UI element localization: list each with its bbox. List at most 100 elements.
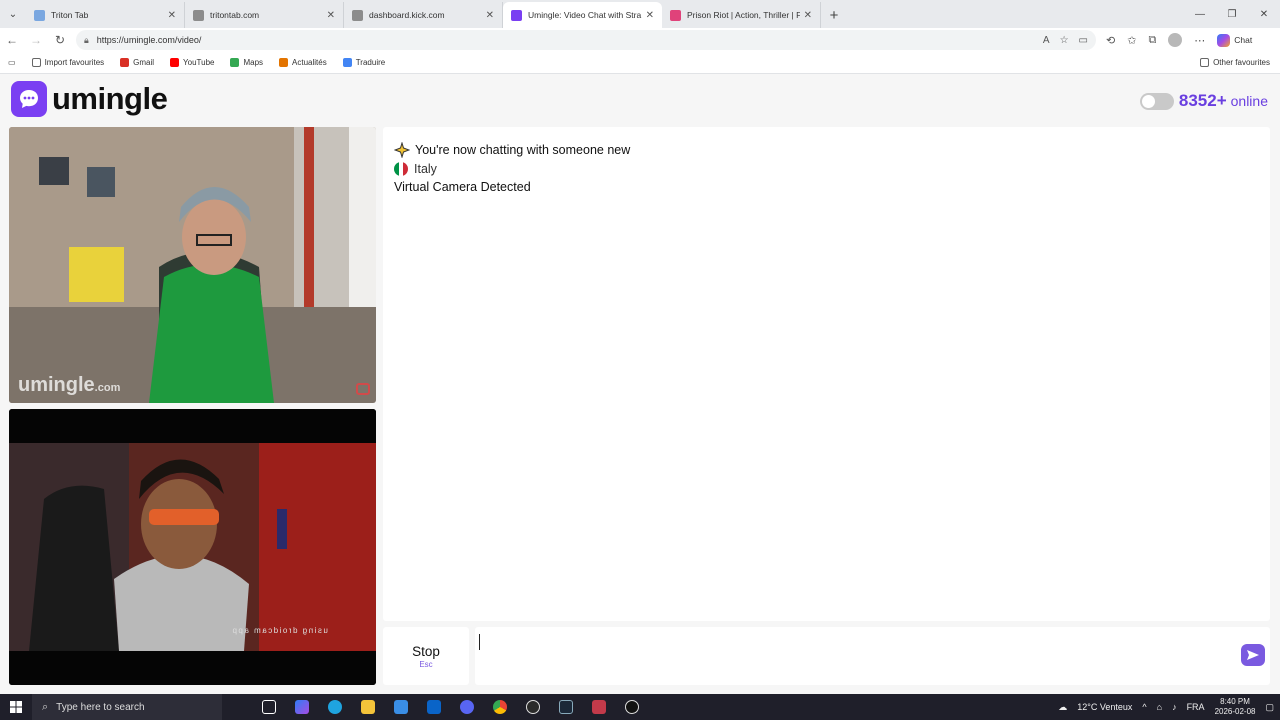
message-input[interactable] xyxy=(475,627,1270,685)
bookmark-label: Gmail xyxy=(133,58,155,67)
copilot-icon xyxy=(1217,33,1231,47)
watermark-text: umingle xyxy=(18,374,95,396)
chat-bubble-icon xyxy=(11,81,47,117)
lock-icon[interactable]: 🔒︎ xyxy=(84,35,89,46)
tab-favicon xyxy=(511,9,522,21)
tab-title: tritontab.com xyxy=(210,10,260,20)
online-indicator: 8352+ online xyxy=(1139,91,1268,111)
bookmark-label: Traduire xyxy=(355,58,386,67)
tab-close-icon[interactable]: ✕ xyxy=(804,10,812,21)
tab-favicon xyxy=(352,9,363,21)
close-window-icon[interactable]: ✕ xyxy=(1248,0,1280,28)
other-favourites[interactable]: Other favourites xyxy=(1200,58,1270,67)
import-icon xyxy=(31,58,41,67)
new-tab-icon[interactable]: + xyxy=(821,2,847,28)
taskbar-apps xyxy=(258,696,643,718)
notifications-icon[interactable]: ▢ xyxy=(1265,702,1274,713)
windows-start-icon[interactable] xyxy=(0,694,32,720)
tab-close-icon[interactable]: ✕ xyxy=(168,10,176,21)
clock-date: 2026-02-08 xyxy=(1214,707,1256,716)
bookmark-label: Import favourites xyxy=(44,58,105,67)
bookmark-maps[interactable]: Maps xyxy=(230,58,263,67)
tab-favicon xyxy=(193,9,204,21)
report-icon[interactable] xyxy=(356,383,370,395)
forward-icon[interactable]: → xyxy=(24,28,48,52)
store-icon[interactable] xyxy=(390,696,412,718)
minimize-icon[interactable]: — xyxy=(1184,0,1216,28)
collections-icon[interactable]: ⧉ xyxy=(1148,34,1156,47)
refresh-icon[interactable]: ↻ xyxy=(48,28,72,52)
toolbar-right: ⟲ ✩ ⧉ ⋯ Chat xyxy=(1106,33,1252,47)
taskbar-search-placeholder: Type here to search xyxy=(56,701,145,713)
file-explorer-icon[interactable] xyxy=(357,696,379,718)
address-bar[interactable]: 🔒︎ https://umingle.com/video/ A ☆ ▭ xyxy=(76,30,1096,50)
media-app-icon[interactable] xyxy=(588,696,610,718)
bookmark-toggle-icon[interactable]: ▭ xyxy=(8,58,16,67)
browser-tab-active[interactable]: Umingle: Video Chat with Stra ✕ xyxy=(503,2,662,28)
steam-icon[interactable] xyxy=(555,696,577,718)
send-button[interactable] xyxy=(1241,644,1265,666)
window-controls: — ❐ ✕ xyxy=(1184,0,1280,28)
bookmark-label: Maps xyxy=(243,58,264,67)
country-name: Italy xyxy=(414,161,437,176)
stranger-video-frame xyxy=(9,127,376,403)
chat-log: You're now chatting with someone new Ita… xyxy=(383,127,1270,621)
maximize-icon[interactable]: ❐ xyxy=(1216,0,1248,28)
sparkle-icon xyxy=(393,141,411,159)
copilot-app-icon[interactable] xyxy=(291,696,313,718)
taskbar-search[interactable]: ⌕ Type here to search xyxy=(32,694,222,720)
language-indicator[interactable]: FRA xyxy=(1187,702,1205,712)
discord-icon[interactable] xyxy=(456,696,478,718)
weather-icon[interactable]: ☁ xyxy=(1058,702,1067,713)
favourite-star-icon[interactable]: ☆ xyxy=(1060,35,1069,46)
browser-tab[interactable]: Prison Riot | Action, Thriller | Film C … xyxy=(662,2,821,28)
obs-icon[interactable] xyxy=(522,696,544,718)
more-menu-icon[interactable]: ⋯ xyxy=(1194,34,1205,47)
chat-message-text: Virtual Camera Detected xyxy=(394,180,531,195)
clock[interactable]: 8:40 PM 2026-02-08 xyxy=(1215,697,1256,717)
tab-favicon xyxy=(34,9,45,21)
misc-app-icon[interactable] xyxy=(621,696,643,718)
edge-app-icon[interactable] xyxy=(324,696,346,718)
back-icon[interactable]: ← xyxy=(0,28,24,52)
favourites-icon[interactable]: ✩ xyxy=(1127,34,1136,47)
network-icon[interactable]: ⌂ xyxy=(1157,702,1162,712)
tab-close-icon[interactable]: ✕ xyxy=(486,10,494,21)
tab-close-icon[interactable]: ✕ xyxy=(327,10,335,21)
bookmark-import-favourites[interactable]: Import favourites xyxy=(31,58,105,67)
stop-button[interactable]: Stop Esc xyxy=(383,627,469,685)
video-icon[interactable]: ▭ xyxy=(1079,35,1088,46)
chrome-icon[interactable] xyxy=(489,696,511,718)
bookmark-news[interactable]: Actualités xyxy=(279,58,327,67)
tab-favicon xyxy=(670,9,681,21)
extensions-icon[interactable]: ⟲ xyxy=(1106,34,1115,47)
news-icon xyxy=(279,58,289,67)
logo-text: umingle xyxy=(52,81,168,116)
task-view-icon[interactable] xyxy=(258,696,280,718)
weather-text[interactable]: 12°C Venteux xyxy=(1077,702,1132,712)
droidcam-overlay: using droidcam app xyxy=(231,626,328,635)
tray-expand-icon[interactable]: ^ xyxy=(1142,702,1146,712)
folder-icon xyxy=(1200,58,1210,67)
text-caret xyxy=(479,634,480,650)
tab-title: dashboard.kick.com xyxy=(369,10,445,20)
copilot-button[interactable]: Chat xyxy=(1217,33,1252,47)
profile-avatar[interactable] xyxy=(1168,33,1183,47)
stop-label: Stop xyxy=(412,643,440,659)
browser-tab[interactable]: dashboard.kick.com ✕ xyxy=(344,2,503,28)
outlook-icon[interactable] xyxy=(423,696,445,718)
site-logo[interactable]: umingle xyxy=(11,81,168,117)
online-toggle[interactable] xyxy=(1139,92,1174,110)
browser-tab[interactable]: tritontab.com ✕ xyxy=(185,2,344,28)
tab-actions-menu-icon[interactable]: ⌄ xyxy=(0,0,26,28)
italy-flag-icon xyxy=(394,161,408,176)
browser-tab[interactable]: Triton Tab ✕ xyxy=(26,2,185,28)
bookmark-translate[interactable]: Traduire xyxy=(342,58,386,67)
bookmark-youtube[interactable]: YouTube xyxy=(170,58,214,67)
online-count: 8352+ xyxy=(1178,91,1227,110)
volume-icon[interactable]: ♪ xyxy=(1172,702,1177,712)
tab-close-icon[interactable]: ✕ xyxy=(646,10,654,21)
read-aloud-icon[interactable]: A xyxy=(1043,35,1050,46)
bookmark-gmail[interactable]: Gmail xyxy=(120,58,154,67)
chat-message-text: You're now chatting with someone new xyxy=(415,143,631,158)
